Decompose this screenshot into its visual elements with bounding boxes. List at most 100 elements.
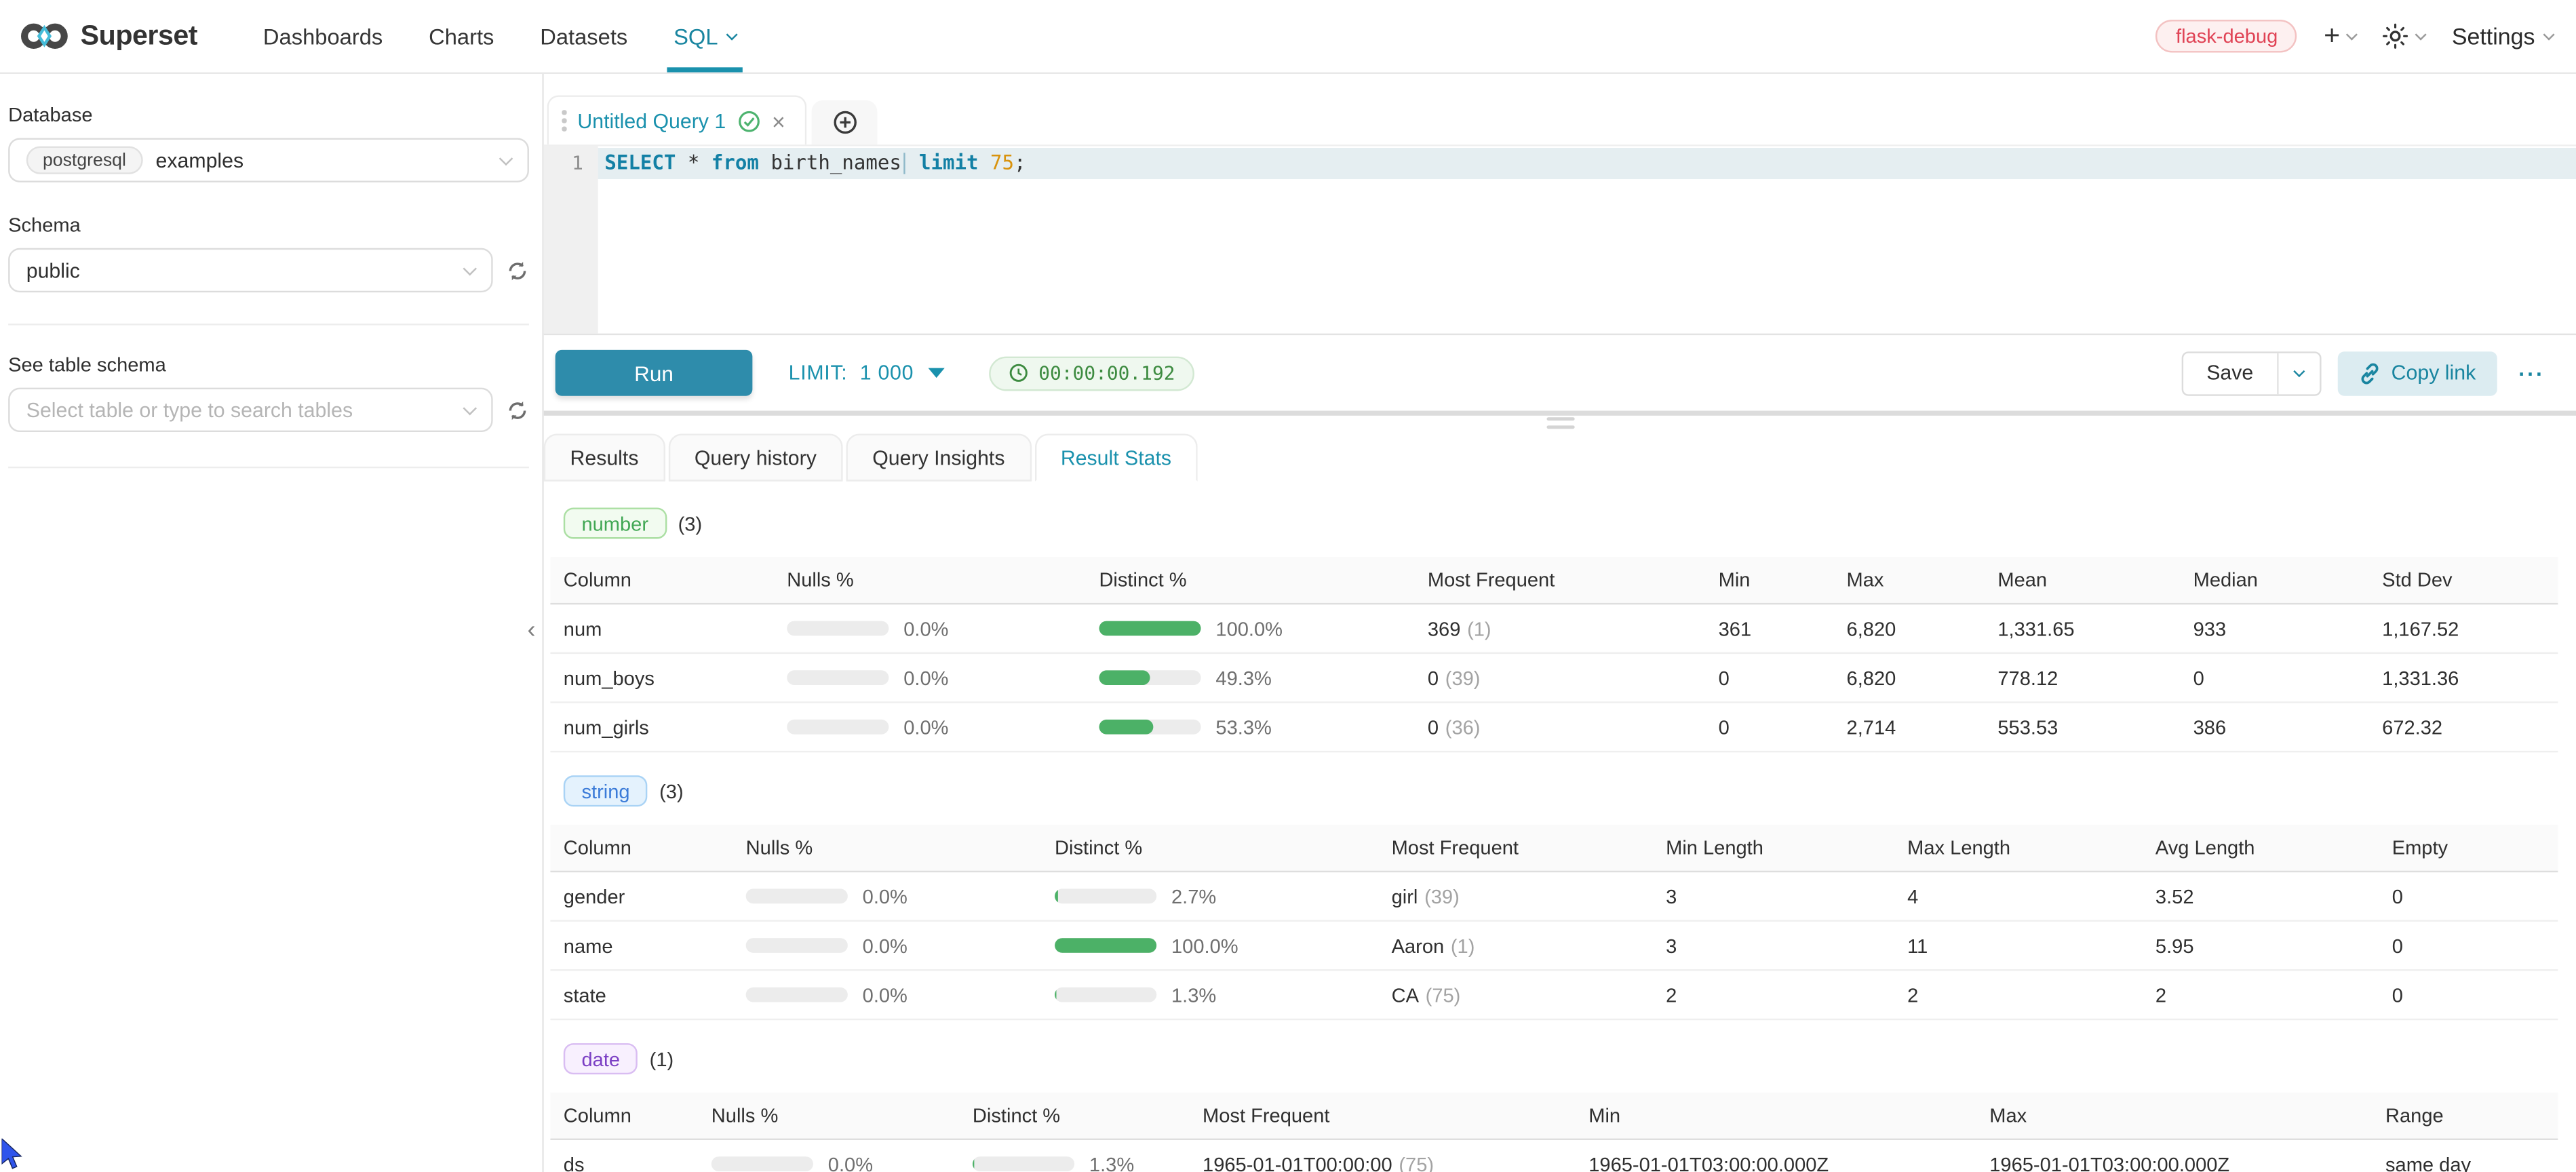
nav-item-label: Dashboards [263,24,383,48]
results-tab-result-stats[interactable]: Result Stats [1034,433,1198,481]
most-frequent-value: 369 [1428,617,1461,640]
text-cursor [903,153,905,174]
type-count: (3) [678,512,703,535]
limit-dropdown[interactable]: LIMIT: 1 000 [789,362,945,385]
database-select[interactable]: postgresql examples [8,138,529,182]
distinct-bar-fill [973,1156,974,1171]
nulls-bar [746,888,848,903]
distinct-pct: 100.0% [1171,934,1238,957]
stat-value: 1965-01-01T03:00:00.000Z [1576,1152,1976,1172]
column-header: Range [2373,1104,2558,1127]
stat-value: 2 [1894,983,2143,1007]
caret-down-icon [929,368,945,378]
navbar: Superset DashboardsChartsDatasetsSQL fla… [0,0,2576,74]
refresh-tables-icon[interactable] [506,398,529,421]
stat-value: 933 [2180,617,2369,640]
nulls-pct: 0.0% [828,1152,873,1172]
type-badge-number: number [564,507,667,539]
results-tab-results[interactable]: Results [544,433,665,481]
sql-code-line[interactable]: SELECT * from birth_names limit 75; [598,148,2576,179]
pane-splitter[interactable] [544,411,2576,416]
chevron-down-icon [499,151,513,165]
close-tab-icon[interactable]: × [772,109,785,132]
database-engine-tag: postgresql [26,146,142,174]
results-tab-query-insights[interactable]: Query Insights [846,433,1032,481]
table-select[interactable]: Select table or type to search tables [8,388,493,432]
superset-infinity-icon [20,20,69,52]
table-schema-label: See table schema [8,353,529,376]
chevron-down-icon [463,261,477,275]
nav-item-sql[interactable]: SQL [650,0,759,73]
most-frequent-cell: Aaron(1) [1378,934,1653,957]
line-number: 1 [544,151,583,174]
editor-code-area[interactable]: SELECT * from birth_names limit 75; [598,146,2576,334]
schema-select[interactable]: public [8,248,493,292]
distinct-bar-fill [1055,938,1156,953]
copy-link-button[interactable]: Copy link [2337,351,2497,395]
most-frequent-count: (39) [1424,884,1460,907]
stat-column-name: num_boys [550,666,773,689]
most-frequent-count: (75) [1399,1152,1434,1172]
table-row: state0.0%1.3%CA(75)2220 [550,971,2558,1021]
column-header: Std Dev [2369,568,2558,591]
chevron-down-icon [726,28,738,39]
superset-logo[interactable]: Superset [20,20,197,52]
stat-column-name: num_girls [550,716,773,739]
most-frequent-value: CA [1392,983,1419,1007]
run-button[interactable]: Run [555,350,753,396]
stat-column-name: ds [550,1152,698,1172]
type-count: (1) [650,1047,674,1070]
more-actions-button[interactable]: ··· [2514,361,2550,385]
result-stats-panel: number (3) ColumnNulls %Distinct %Most Fre… [544,482,2576,1172]
nav-item-dashboards[interactable]: Dashboards [240,0,406,73]
most-frequent-count: (36) [1445,716,1481,739]
stat-value: 1965-01-01T03:00:00.000Z [1976,1152,2373,1172]
database-label: Database [8,104,529,127]
column-header: Nulls % [698,1104,959,1127]
table-header-row: ColumnNulls %Distinct %Most FrequentMin … [550,825,2558,872]
limit-label: LIMIT: 1 000 [789,362,914,385]
stat-table-number: ColumnNulls %Distinct %Most FrequentMinM… [550,557,2558,752]
sql-token: SELECT [604,151,676,174]
nav-item-datasets[interactable]: Datasets [517,0,650,73]
distinct-cell: 49.3% [1086,666,1414,689]
save-options-button[interactable] [2276,353,2319,394]
chevron-down-icon [2347,28,2358,39]
splitter-drag-handle-icon[interactable] [1546,417,1574,429]
settings-menu[interactable]: Settings [2452,23,2553,50]
chevron-down-icon [2416,28,2427,39]
theme-toggle-button[interactable] [2383,23,2425,50]
query-tab[interactable]: Untitled Query 1 × [547,95,807,144]
save-button[interactable]: Save [2183,362,2276,385]
nav-item-charts[interactable]: Charts [406,0,517,73]
distinct-bar [973,1156,1074,1171]
drag-handle-icon[interactable] [562,111,566,131]
most-frequent-count: (75) [1426,983,1461,1007]
add-query-tab-button[interactable] [812,100,878,144]
distinct-bar [1055,988,1156,1002]
nulls-bar [746,988,848,1002]
column-header: Min [1705,568,1833,591]
stat-value: 3 [1653,934,1894,957]
chevron-down-icon [2543,28,2554,39]
stat-section-date: date(1)ColumnNulls %Distinct %Most Frequ… [550,1043,2558,1172]
sql-editor[interactable]: 1 SELECT * from birth_names limit 75; [544,144,2576,335]
stat-value: 1,167.52 [2369,617,2558,640]
distinct-pct: 2.7% [1171,884,1216,907]
stat-value: 553.53 [1985,716,2180,739]
stat-value: 0 [2379,983,2558,1007]
nulls-pct: 0.0% [903,617,948,640]
sun-icon [2383,23,2409,50]
distinct-pct: 1.3% [1089,1152,1134,1172]
schema-value: public [26,258,80,281]
stat-table-date: ColumnNulls %Distinct %Most FrequentMinM… [550,1093,2558,1172]
collapse-sidebar-icon[interactable]: ‹ [524,616,539,644]
refresh-schemas-icon[interactable] [506,258,529,281]
sqllab-main: ‹ Untitled Query 1 × [544,74,2576,1172]
column-header: Max Length [1894,836,2143,859]
new-item-button[interactable]: + [2324,20,2356,52]
nulls-cell: 0.0% [733,934,1041,957]
stat-value: 3.52 [2143,884,2379,907]
distinct-cell: 2.7% [1042,884,1379,907]
results-tab-query-history[interactable]: Query history [668,433,843,481]
